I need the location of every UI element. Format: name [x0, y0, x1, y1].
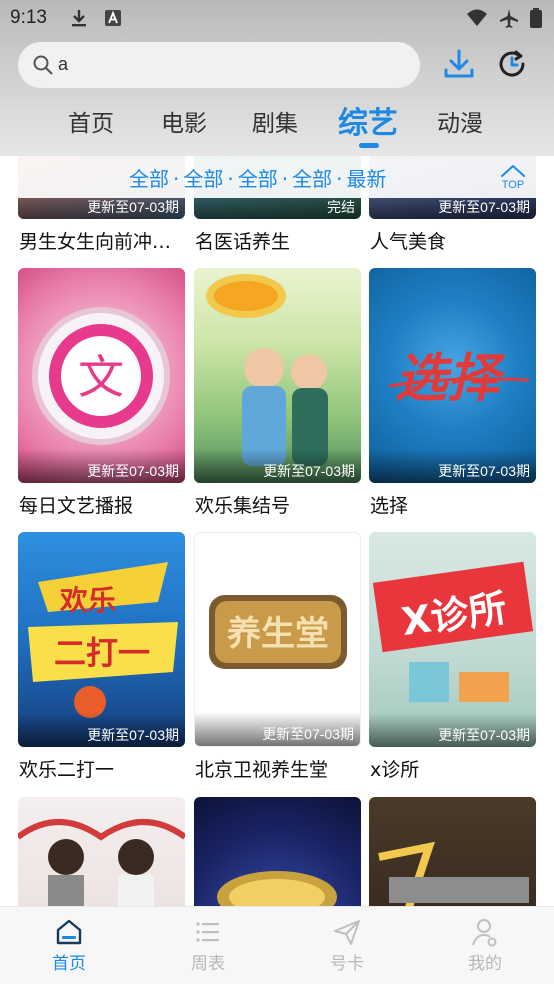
nav-home-label: 首页: [52, 954, 86, 974]
tab-series[interactable]: 剧集: [252, 104, 298, 138]
tab-home[interactable]: 首页: [68, 104, 114, 138]
app-notification-icon: [105, 10, 121, 26]
status-bar: 9:13: [0, 0, 554, 38]
show-poster: 选择 更新至07-03期: [369, 268, 536, 483]
show-title: 人气美食: [370, 231, 447, 253]
show-title: 选择: [370, 495, 409, 517]
status-time: 9:13: [10, 7, 47, 28]
poster-text: 欢乐: [59, 584, 116, 617]
show-poster: 更新至07-03期: [194, 268, 361, 483]
update-badge: 更新至07-03期: [18, 449, 185, 483]
filter-option-region[interactable]: 全部: [183, 163, 223, 192]
search-query: a: [58, 54, 69, 74]
download-button[interactable]: [441, 46, 477, 82]
filter-separator: ·: [173, 167, 180, 191]
filter-separator: ·: [281, 167, 289, 191]
nav-card[interactable]: 号卡: [307, 917, 387, 974]
battery-icon: [530, 8, 542, 28]
show-poster: 欢乐 二打一 更新至07-03期: [18, 532, 185, 747]
airplane-mode-icon: [500, 9, 518, 28]
tab-movies[interactable]: 电影: [161, 104, 207, 138]
list-icon: [196, 922, 219, 942]
nav-home[interactable]: 首页: [29, 917, 109, 974]
show-poster: 养生堂 更新至07-03期: [194, 532, 361, 747]
user-icon: [472, 919, 497, 947]
send-icon: [334, 920, 360, 945]
search-icon: [33, 55, 53, 75]
filter-bar: 全部 · 全部 · 全部 · 全部 · 最新 TOP: [0, 156, 554, 198]
show-poster: X诊所 更新至07-03期: [369, 532, 536, 747]
search-input[interactable]: a: [18, 42, 420, 88]
filter-option-language[interactable]: 全部: [292, 163, 332, 192]
filter-option-sort[interactable]: 最新: [346, 163, 386, 192]
filter-option-type[interactable]: 全部: [129, 163, 169, 192]
update-badge: 更新至07-03期: [195, 712, 360, 746]
tab-variety[interactable]: 综艺: [338, 98, 398, 142]
home-icon: [56, 919, 82, 945]
show-title: x诊所: [370, 759, 420, 781]
poster-text: 文: [78, 350, 124, 404]
show-title: 名医话养生: [195, 231, 291, 253]
nav-schedule-label: 周表: [191, 954, 225, 974]
history-button[interactable]: [494, 46, 530, 82]
update-badge: 更新至07-03期: [18, 713, 185, 747]
poster-text: 二打一: [54, 634, 150, 672]
wifi-icon: [467, 9, 487, 26]
show-title: 欢乐集结号: [195, 495, 291, 517]
update-badge: 更新至07-03期: [194, 449, 361, 483]
download-notification-icon: [72, 10, 86, 27]
filter-option-year[interactable]: 全部: [238, 163, 278, 192]
bottom-navigation: 首页 周表 号卡 我的: [0, 906, 554, 984]
nav-card-label: 号卡: [330, 954, 364, 974]
nav-schedule[interactable]: 周表: [168, 917, 248, 974]
filter-separator: ·: [227, 167, 234, 191]
category-tabs: 首页 电影 剧集 综艺 动漫: [0, 96, 554, 152]
update-badge: 更新至07-03期: [369, 713, 536, 747]
filter-items: 全部 · 全部 · 全部 · 全部 · 最新: [129, 163, 386, 192]
scroll-top-label: TOP: [501, 179, 525, 191]
tab-anime[interactable]: 动漫: [437, 104, 483, 138]
active-tab-indicator: [359, 143, 379, 148]
update-badge: 更新至07-03期: [369, 449, 536, 483]
nav-profile[interactable]: 我的: [445, 917, 525, 974]
filter-separator: ·: [336, 167, 343, 191]
show-poster: 文 更新至07-03期: [18, 268, 185, 483]
poster-text: 养生堂: [227, 614, 329, 654]
show-title: 北京卫视养生堂: [195, 759, 329, 781]
app-header: 9:13 a 首页 电影 剧集 综艺 动漫: [0, 0, 554, 156]
show-title: 欢乐二打一: [19, 759, 115, 781]
chevron-up-icon: [501, 165, 525, 177]
show-title: 男生女生向前冲…: [19, 231, 172, 253]
scroll-top-button[interactable]: TOP: [496, 162, 530, 194]
nav-profile-label: 我的: [468, 954, 502, 974]
show-title: 每日文艺播报: [19, 495, 134, 517]
